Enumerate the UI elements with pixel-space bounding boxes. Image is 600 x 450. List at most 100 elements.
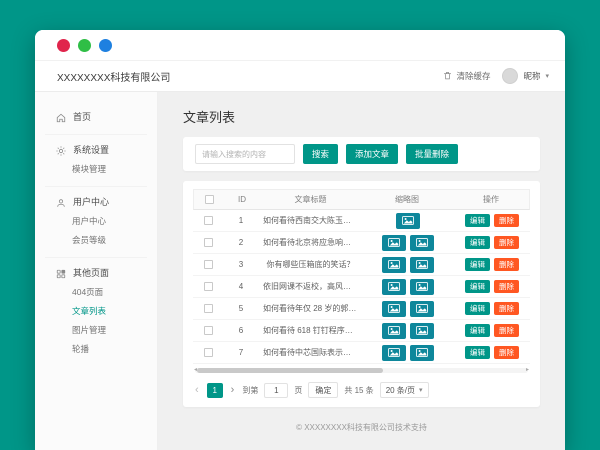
batch-delete-button[interactable]: 批量删除: [406, 144, 458, 164]
sidebar-item-user-center[interactable]: 用户中心: [45, 193, 147, 212]
column-header-id: ID: [224, 195, 260, 204]
table-row: 3你有哪些压箱底的笑话？编辑删除: [193, 254, 530, 276]
delete-button[interactable]: 删除: [494, 324, 519, 338]
checkbox-cell: [193, 304, 223, 313]
table-row: 1如何看待西南交大陈玉钰同学，修改成绩保研中...编辑删除: [193, 210, 530, 232]
row-id: 3: [223, 260, 259, 269]
sidebar-item-system-settings[interactable]: 系统设置: [45, 141, 147, 160]
edit-button[interactable]: 编辑: [465, 280, 490, 294]
scroll-right-icon[interactable]: ▸: [526, 366, 529, 373]
sidebar-item-module-management[interactable]: 模块管理: [45, 160, 147, 179]
delete-button[interactable]: 删除: [494, 346, 519, 360]
goto-confirm-button[interactable]: 确定: [308, 382, 338, 398]
sidebar-group: 用户中心用户中心会员等级: [45, 187, 147, 258]
sidebar-group: 首页: [45, 102, 147, 135]
thumbnail-cell: [362, 301, 454, 317]
edit-button[interactable]: 编辑: [465, 346, 490, 360]
home-icon: [55, 112, 66, 123]
checkbox-cell: [193, 216, 223, 225]
gear-icon: [55, 145, 66, 156]
search-button[interactable]: 搜索: [303, 144, 338, 164]
edit-button[interactable]: 编辑: [465, 324, 490, 338]
row-checkbox[interactable]: [204, 282, 213, 291]
row-checkbox[interactable]: [204, 238, 213, 247]
row-checkbox[interactable]: [204, 348, 213, 357]
thumbnail-image[interactable]: [382, 301, 406, 317]
chevron-down-icon: ▾: [419, 386, 423, 394]
footer-copyright: © XXXXXXXX科技有限公司技术支持: [183, 407, 540, 450]
sidebar-item-label: 轮播: [72, 344, 89, 355]
thumbnail-image[interactable]: [410, 323, 434, 339]
thumbnail-image[interactable]: [382, 235, 406, 251]
delete-button[interactable]: 删除: [494, 280, 519, 294]
delete-button[interactable]: 删除: [494, 236, 519, 250]
checkbox-cell: [193, 348, 223, 357]
sidebar-item-label: 系统设置: [73, 145, 109, 156]
row-checkbox[interactable]: [204, 260, 213, 269]
sidebar-nav: 首页系统设置模块管理用户中心用户中心会员等级其他页面404页面文章列表图片管理轮…: [35, 92, 158, 450]
sidebar-item-image-management[interactable]: 图片管理: [45, 321, 147, 340]
select-all-checkbox[interactable]: [205, 195, 214, 204]
header-actions: 清除缓存 昵称 ▾: [443, 68, 549, 84]
clear-cache-button[interactable]: 清除缓存: [443, 70, 490, 82]
delete-button[interactable]: 删除: [494, 214, 519, 228]
thumbnail-cell: [362, 213, 454, 229]
row-checkbox[interactable]: [204, 326, 213, 335]
search-toolbar: 搜索 添加文章 批量删除: [183, 137, 540, 171]
app-header: XXXXXXXX科技有限公司 清除缓存 昵称 ▾: [35, 61, 565, 92]
checkbox-cell: [193, 326, 223, 335]
add-article-button[interactable]: 添加文章: [346, 144, 398, 164]
sidebar-item-carousel[interactable]: 轮播: [45, 340, 147, 359]
prev-page-button[interactable]: ‹: [193, 385, 201, 395]
row-checkbox[interactable]: [204, 216, 213, 225]
maximize-window-button[interactable]: [99, 39, 112, 52]
goto-page-input[interactable]: [264, 383, 288, 398]
thumbnail-image[interactable]: [396, 213, 420, 229]
table-row: 4依旧网课不返校，高风险小区封闭，北京目前情...编辑删除: [193, 276, 530, 298]
next-page-button[interactable]: ›: [229, 385, 237, 395]
close-window-button[interactable]: [57, 39, 70, 52]
row-id: 5: [223, 304, 259, 313]
sidebar-item-member-level[interactable]: 会员等级: [45, 231, 147, 250]
sidebar-item-other-pages[interactable]: 其他页面: [45, 264, 147, 283]
delete-button[interactable]: 删除: [494, 302, 519, 316]
thumbnail-image[interactable]: [382, 323, 406, 339]
search-input[interactable]: [195, 144, 295, 164]
thumbnail-image[interactable]: [382, 279, 406, 295]
thumbnail-image[interactable]: [382, 345, 406, 361]
row-id: 2: [223, 238, 259, 247]
edit-button[interactable]: 编辑: [465, 214, 490, 228]
window-body: 首页系统设置模块管理用户中心用户中心会员等级其他页面404页面文章列表图片管理轮…: [35, 92, 565, 450]
column-header-action: 操作: [453, 194, 529, 205]
thumbnail-image[interactable]: [410, 345, 434, 361]
row-checkbox[interactable]: [204, 304, 213, 313]
edit-button[interactable]: 编辑: [465, 258, 490, 272]
thumbnail-cell: [362, 323, 454, 339]
page-size-select[interactable]: 20 条/页 ▾: [380, 382, 429, 398]
thumbnail-image[interactable]: [410, 279, 434, 295]
thumbnail-image[interactable]: [410, 257, 434, 273]
goto-suffix-label: 页: [294, 385, 302, 396]
username: 昵称: [523, 70, 540, 82]
user-menu[interactable]: 昵称 ▾: [502, 68, 549, 84]
horizontal-scrollbar[interactable]: ◂ ▸: [195, 368, 528, 373]
sidebar-item-404-page[interactable]: 404页面: [45, 283, 147, 302]
thumbnail-image[interactable]: [410, 235, 434, 251]
page-number-current[interactable]: 1: [207, 383, 223, 398]
sidebar-item-home[interactable]: 首页: [45, 108, 147, 127]
thumbnail-image[interactable]: [382, 257, 406, 273]
edit-button[interactable]: 编辑: [465, 302, 490, 316]
sidebar-item-label: 其他页面: [73, 268, 109, 279]
action-cell: 编辑删除: [454, 324, 530, 338]
delete-button[interactable]: 删除: [494, 258, 519, 272]
sidebar-item-label: 模块管理: [72, 164, 106, 175]
sidebar-item-user-center-sub[interactable]: 用户中心: [45, 212, 147, 231]
checkbox-cell: [193, 238, 223, 247]
sidebar-item-article-list[interactable]: 文章列表: [45, 302, 147, 321]
edit-button[interactable]: 编辑: [465, 236, 490, 250]
scrollbar-thumb[interactable]: [197, 368, 383, 373]
thumbnail-image[interactable]: [410, 301, 434, 317]
grid-icon: [55, 268, 66, 279]
page-title: 文章列表: [183, 107, 540, 126]
minimize-window-button[interactable]: [78, 39, 91, 52]
